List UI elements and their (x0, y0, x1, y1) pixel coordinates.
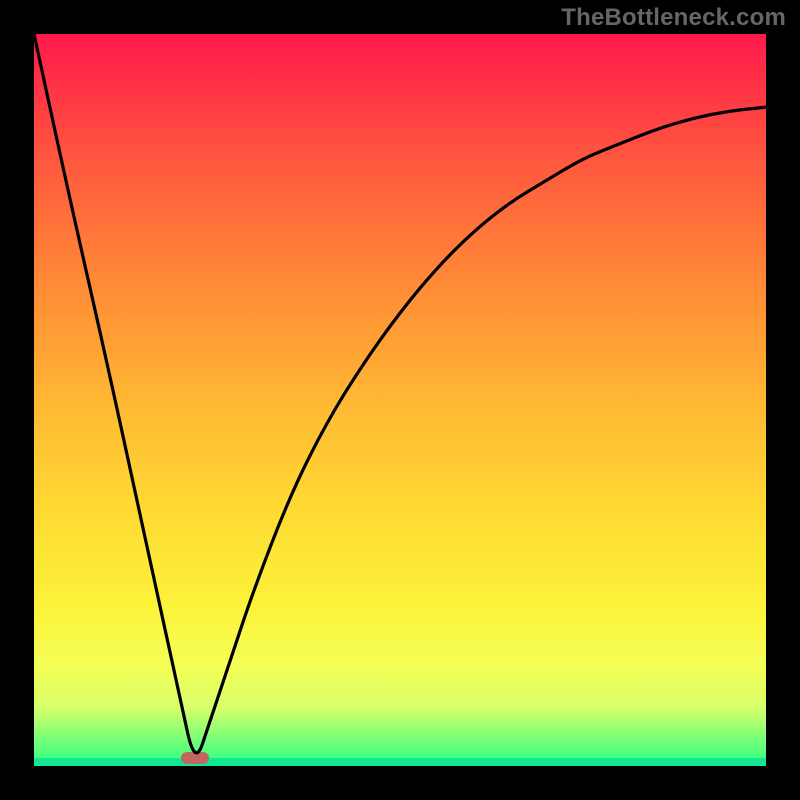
watermark-text: TheBottleneck.com (561, 4, 786, 32)
chart-frame: TheBottleneck.com (0, 0, 800, 800)
bottleneck-curve (34, 34, 766, 766)
plot-area (34, 34, 766, 766)
